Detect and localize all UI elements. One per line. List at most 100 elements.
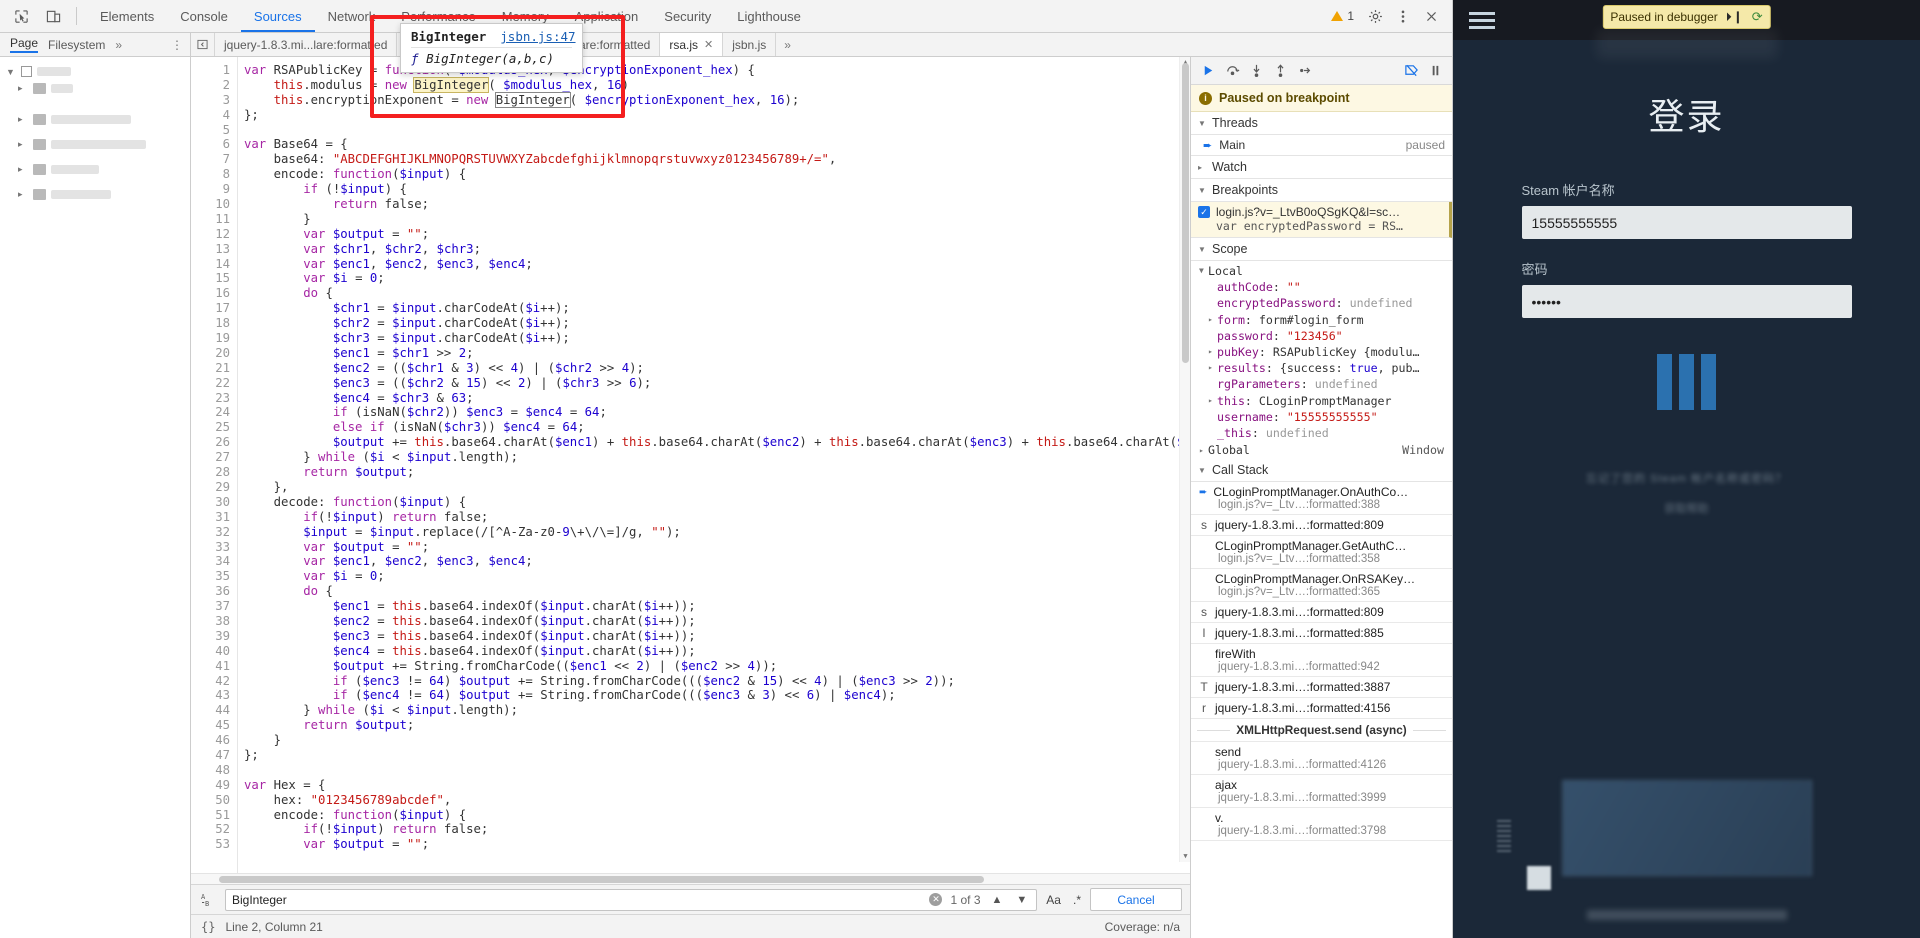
file-tabs-more-icon[interactable]: » (776, 33, 799, 56)
code-line[interactable]: return false; (244, 197, 1190, 212)
code-line[interactable] (244, 123, 1190, 138)
tab-elements[interactable]: Elements (87, 0, 167, 32)
tree-row-1[interactable]: ▸ (0, 80, 190, 97)
navigator-kebab-icon[interactable]: ⋮ (171, 38, 183, 52)
inspect-element-icon[interactable] (8, 3, 34, 29)
tab-lighthouse[interactable]: Lighthouse (724, 0, 814, 32)
checkbox-icon[interactable] (21, 66, 32, 77)
search-next-icon[interactable]: ▼ (1013, 894, 1030, 906)
menu-hamburger-icon[interactable] (1469, 11, 1495, 29)
navigator-more-tabs-icon[interactable]: » (115, 38, 122, 52)
scope-variable-row[interactable]: rgParameters: undefined (1191, 376, 1452, 392)
code-line[interactable]: if (isNaN($chr2)) $enc3 = $enc4 = 64; (244, 405, 1190, 420)
section-call-stack[interactable]: ▼ Call Stack (1191, 459, 1452, 483)
call-stack-item[interactable]: fireWith jquery-1.8.3.mi…:formatted:942 (1191, 644, 1452, 678)
code-line[interactable]: if (!$input) { (244, 182, 1190, 197)
code-line[interactable]: this.modulus = new BigInteger( $modulus_… (244, 76, 1190, 93)
code-line[interactable]: encode: function($input) { (244, 167, 1190, 182)
tree-row-top[interactable]: ▼ (0, 63, 190, 80)
code-line[interactable]: }; (244, 108, 1190, 123)
tooltip-source-link[interactable]: jsbn.js:47 (500, 29, 575, 44)
cancel-search-button[interactable]: Cancel (1090, 888, 1182, 911)
file-tab-jsbnjs[interactable]: jsbn.js (723, 33, 777, 56)
step-out-icon[interactable] (1269, 60, 1291, 82)
step-into-icon[interactable] (1245, 60, 1267, 82)
code-line[interactable]: $output += this.base64.charAt($enc1) + t… (244, 435, 1190, 450)
warning-counter[interactable]: 1 (1325, 9, 1360, 23)
code-line[interactable]: hex: "0123456789abcdef", (244, 793, 1190, 808)
call-stack-item[interactable]: send jquery-1.8.3.mi…:formatted:4126 (1191, 742, 1452, 776)
scope-variable-row[interactable]: _this: undefined (1191, 425, 1452, 441)
code-line[interactable]: do { (244, 286, 1190, 301)
code-line[interactable]: } while ($i < $input.length); (244, 703, 1190, 718)
code-line[interactable]: if ($enc4 != 64) $output += String.fromC… (244, 688, 1190, 703)
chevron-right-icon[interactable]: ▸ (18, 164, 28, 175)
clear-search-icon[interactable]: ✕ (929, 893, 943, 906)
close-tab-icon[interactable]: ✕ (704, 38, 713, 51)
tab-sources[interactable]: Sources (241, 0, 315, 32)
call-stack-item[interactable]: ➨ CLoginPromptManager.OnAuthCo… login.js?v… (1191, 482, 1452, 516)
regex-toggle[interactable]: .* (1070, 893, 1084, 907)
chevron-right-icon[interactable]: ▸ (18, 83, 28, 94)
resume-icon[interactable]: ⏵┃ (1726, 10, 1744, 25)
code-line[interactable]: }; (244, 748, 1190, 763)
code-line[interactable]: $enc2 = this.base64.indexOf($input.charA… (244, 614, 1190, 629)
deactivate-breakpoints-icon[interactable] (1400, 60, 1422, 82)
code-line[interactable]: $enc4 = this.base64.indexOf($input.charA… (244, 644, 1190, 659)
thread-main-row[interactable]: ➨ Main paused (1191, 135, 1452, 156)
call-stack-item[interactable]: ajax jquery-1.8.3.mi…:formatted:3999 (1191, 775, 1452, 809)
chevron-right-icon[interactable]: ▸ (18, 114, 28, 125)
pause-on-exceptions-icon[interactable] (1424, 60, 1446, 82)
code-line[interactable]: $enc2 = (($chr1 & 3) << 4) | ($chr2 >> 4… (244, 361, 1190, 376)
code-line[interactable]: $enc1 = this.base64.indexOf($input.charA… (244, 599, 1190, 614)
code-line[interactable]: } while ($i < $input.length); (244, 450, 1190, 465)
section-watch[interactable]: ▸ Watch (1191, 156, 1452, 179)
vertical-scroll-thumb[interactable] (1182, 63, 1189, 363)
scope-variable-row[interactable]: ▸ form: form#login_form (1191, 312, 1452, 328)
call-stack-item[interactable]: l jquery-1.8.3.mi…:formatted:885 (1191, 623, 1452, 645)
code-line[interactable]: $chr3 = $input.charCodeAt($i++); (244, 331, 1190, 346)
code-line[interactable]: var $i = 0; (244, 569, 1190, 584)
code-line[interactable]: } (244, 733, 1190, 748)
step-icon[interactable] (1293, 60, 1315, 82)
code-line[interactable]: var $output = ""; (244, 227, 1190, 242)
search-field-wrapper[interactable]: ✕ 1 of 3 ▲ ▼ (225, 888, 1038, 911)
tab-security[interactable]: Security (651, 0, 724, 32)
match-case-toggle[interactable]: Aa (1043, 893, 1064, 907)
code-line[interactable] (244, 763, 1190, 778)
device-toolbar-icon[interactable] (40, 3, 66, 29)
scope-local-header[interactable]: ▼ Local (1191, 263, 1452, 279)
tab-network[interactable]: Network (315, 0, 389, 32)
navigator-tab-page[interactable]: Page (10, 36, 38, 53)
code-line[interactable]: var $enc1, $enc2, $enc3, $enc4; (244, 257, 1190, 272)
username-input[interactable] (1521, 206, 1852, 239)
scope-variable-row[interactable]: username: "15555555555" (1191, 409, 1452, 425)
call-stack-item[interactable]: CLoginPromptManager.GetAuthC… login.js?v=… (1191, 536, 1452, 570)
tree-row-2[interactable]: ▸ (0, 111, 190, 128)
code-line[interactable]: base64: "ABCDEFGHIJKLMNOPQRSTUVWXYZabcde… (244, 152, 1190, 167)
scope-variable-row[interactable]: ▸ pubKey: RSAPublicKey {modulu… (1191, 344, 1452, 360)
horizontal-scroll-thumb[interactable] (219, 876, 984, 883)
tab-console[interactable]: Console (167, 0, 241, 32)
search-prev-icon[interactable]: ▲ (989, 894, 1006, 906)
call-stack-item[interactable]: r jquery-1.8.3.mi…:formatted:4156 (1191, 698, 1452, 720)
search-input[interactable] (232, 892, 922, 907)
code-line[interactable]: if ($enc3 != 64) $output += String.fromC… (244, 674, 1190, 689)
call-stack-item[interactable]: CLoginPromptManager.OnRSAKey… login.js?v=… (1191, 569, 1452, 603)
section-breakpoints[interactable]: ▼ Breakpoints (1191, 179, 1452, 202)
chevron-right-icon[interactable]: ▸ (18, 139, 28, 150)
code-line[interactable]: var $chr1, $chr2, $chr3; (244, 242, 1190, 257)
code-line[interactable]: $chr1 = $input.charCodeAt($i++); (244, 301, 1190, 316)
editor-vertical-scrollbar[interactable]: ▲ ▼ (1179, 57, 1190, 862)
code-content[interactable]: var RSAPublicKey = function( $modulus_he… (238, 57, 1190, 873)
breakpoint-item[interactable]: ✓ login.js?v=_LtvB0oQSgKQ&l=sc… var encr… (1191, 202, 1452, 238)
code-line[interactable]: }, (244, 480, 1190, 495)
code-line[interactable]: do { (244, 584, 1190, 599)
step-over-icon[interactable] (1221, 60, 1243, 82)
code-line[interactable]: var $enc1, $enc2, $enc3, $enc4; (244, 554, 1190, 569)
chevron-down-icon[interactable]: ▼ (6, 67, 16, 77)
code-editor[interactable]: 1 2 3 4 5 6 7 8 9 10 11 12 13 14 15 16 17 18 19 20 21 22 23 24 2… (191, 57, 1190, 938)
call-stack-item[interactable]: v. jquery-1.8.3.mi…:formatted:3798 (1191, 808, 1452, 842)
password-input[interactable] (1521, 285, 1852, 318)
code-line[interactable]: $chr2 = $input.charCodeAt($i++); (244, 316, 1190, 331)
